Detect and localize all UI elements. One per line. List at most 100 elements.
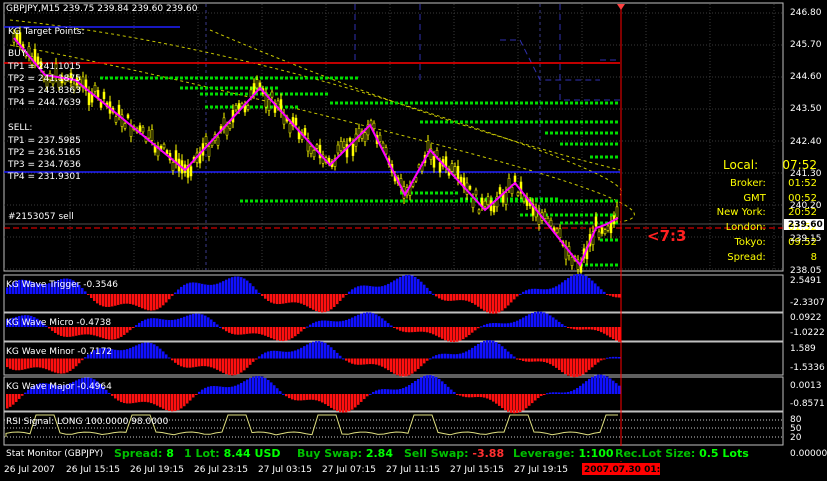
cursor-arrow-icon (617, 4, 625, 10)
histogram-bar (597, 327, 600, 331)
histogram-bar (129, 394, 132, 404)
histogram-bar (588, 327, 591, 330)
stat-monitor-label: Stat Monitor (GBPJPY) (6, 449, 104, 459)
candle-body (468, 185, 472, 190)
histogram-bar (261, 376, 264, 394)
candle-body (246, 105, 250, 110)
histogram-bar (312, 394, 315, 400)
histogram-bar (561, 282, 564, 294)
histogram-bar (318, 294, 321, 313)
histogram-bar (402, 388, 405, 394)
histogram-bar (285, 327, 288, 341)
histogram-bar (231, 386, 234, 394)
candle-body (558, 228, 562, 238)
histogram-bar (279, 351, 282, 359)
histogram-bar (387, 389, 390, 394)
histogram-bar (66, 358, 69, 373)
histogram-bar (15, 394, 18, 402)
histogram-bar (405, 274, 408, 294)
histogram-bar (387, 323, 390, 327)
histogram-bar (201, 358, 204, 367)
candle-body (609, 221, 613, 234)
histogram-bar (408, 274, 411, 294)
histogram-bar (222, 327, 225, 330)
stat-spread: Spread: 8 (114, 447, 174, 460)
histogram-bar (516, 358, 519, 360)
histogram-bar (237, 384, 240, 394)
histogram-bar (186, 283, 189, 294)
histogram-bar (570, 358, 573, 377)
histogram-bar (450, 389, 453, 394)
histogram-bar (237, 358, 240, 375)
candle-body (216, 136, 220, 146)
candle-body (492, 205, 496, 213)
histogram-bar (504, 323, 507, 327)
histogram-bar (495, 294, 498, 314)
histogram-bar (618, 327, 621, 342)
candle-body (471, 197, 475, 208)
histogram-bar (567, 278, 570, 294)
histogram-bar (357, 286, 360, 294)
histogram-bar (165, 354, 168, 359)
sell-tp1: TP1 = 237.5985 (8, 136, 81, 146)
histogram-bar (525, 358, 528, 362)
histogram-bar (363, 394, 366, 400)
histogram-bar (336, 352, 339, 359)
histogram-bar (315, 321, 318, 327)
histogram-bar (570, 327, 573, 329)
histogram-bar (360, 358, 363, 365)
histogram-bar (267, 379, 270, 394)
histogram-bar (474, 394, 477, 398)
histogram-bar (75, 327, 78, 336)
histogram-bar (192, 394, 195, 398)
histogram-bar (144, 394, 147, 402)
histogram-bar (168, 394, 171, 411)
histogram-bar (81, 327, 84, 335)
histogram-bar (351, 394, 354, 410)
histogram-bar (54, 358, 57, 373)
histogram-bar (585, 358, 588, 373)
histogram-bar (318, 320, 321, 327)
histogram-bar (318, 394, 321, 402)
histogram-bar (435, 294, 438, 297)
histogram-bar (528, 314, 531, 327)
histogram-bar (354, 394, 357, 408)
histogram-bar (399, 276, 402, 294)
histogram-bar (546, 289, 549, 294)
histogram-bar (114, 294, 117, 306)
histogram-bar (147, 318, 150, 327)
histogram-bar (141, 394, 144, 402)
histogram-bar (240, 358, 243, 373)
histogram-bar (243, 327, 246, 335)
histogram-bar (417, 378, 420, 394)
histogram-bar (540, 358, 543, 362)
histogram-bar (150, 318, 153, 327)
histogram-bar (444, 384, 447, 394)
histogram-bar (582, 383, 585, 394)
histogram-bar (390, 282, 393, 294)
histogram-bar (249, 283, 252, 294)
histogram-bar (6, 358, 9, 368)
candle-body (483, 200, 487, 207)
histogram-bar (471, 294, 474, 304)
histogram-bar (303, 346, 306, 359)
candle-body (348, 137, 352, 142)
candle-body (597, 231, 601, 238)
histogram-bar (372, 391, 375, 394)
histogram-bar (420, 358, 423, 367)
histogram-bar (594, 283, 597, 294)
histogram-bar (126, 349, 129, 359)
histogram-bar (339, 355, 342, 359)
histogram-bar (39, 358, 42, 368)
histogram-bar (57, 327, 60, 335)
rsi-scale-20: 20 (790, 433, 802, 443)
candle-body (510, 186, 514, 194)
histogram-bar (312, 341, 315, 359)
histogram-bar (279, 327, 282, 341)
histogram-bar (147, 394, 150, 403)
time-tick: 26 Jul 19:15 (130, 465, 184, 475)
histogram-bar (555, 319, 558, 327)
histogram-bar (585, 327, 588, 330)
stat-leverage: Leverage: 1:100 (513, 447, 614, 460)
histogram-bar (156, 346, 159, 359)
